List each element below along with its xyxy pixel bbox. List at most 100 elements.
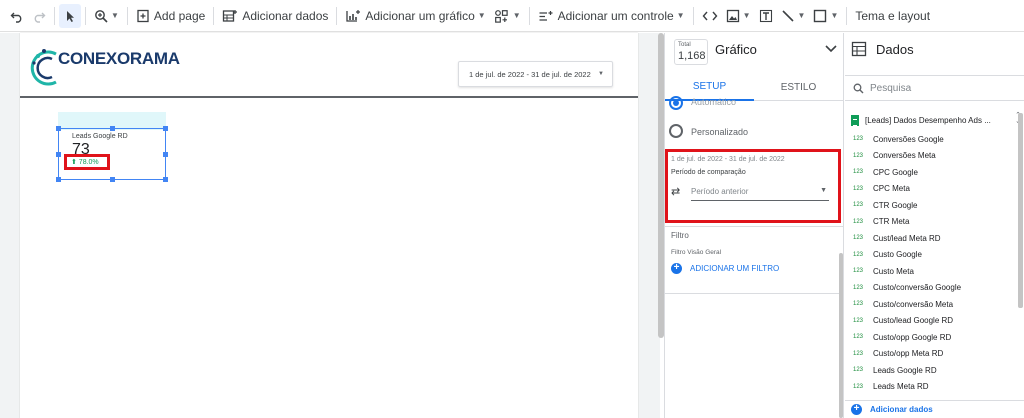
field-item[interactable]: 123 Leads Google RD [845, 362, 1018, 379]
add-control-button[interactable]: Adicionar um controle ▼ [534, 0, 689, 32]
chart-type-thumbnail[interactable]: Total 1,168 [674, 39, 708, 65]
resize-handle[interactable] [163, 152, 168, 157]
field-item[interactable]: 123 Custo/conversão Meta [845, 296, 1018, 313]
field-item[interactable]: 123 CPC Meta [845, 181, 1018, 198]
field-name: Conversões Google [873, 134, 944, 144]
add-filter-label: ADICIONAR UM FILTRO [690, 264, 780, 273]
field-item[interactable]: 123 Conversões Google [845, 131, 1018, 148]
add-page-button[interactable]: Add page [132, 0, 209, 32]
numeric-type-icon: 123 [853, 383, 864, 390]
field-item[interactable]: 123 CPC Google [845, 164, 1018, 181]
numeric-type-icon: 123 [853, 218, 864, 225]
toolbar-divider [85, 6, 86, 25]
add-filter-button[interactable]: + ADICIONAR UM FILTRO [671, 263, 779, 274]
add-control-label: Adicionar um controle [557, 8, 674, 23]
zoom-in-icon [95, 9, 108, 23]
resize-handle[interactable] [56, 177, 61, 182]
add-chart-button[interactable]: Adicionar um gráfico ▼ [341, 0, 489, 32]
numeric-type-icon: 123 [853, 334, 864, 341]
select-tool-button[interactable] [59, 3, 81, 28]
field-item[interactable]: 123 CTR Meta [845, 214, 1018, 231]
compare-arrows-icon: ⇄ [671, 186, 681, 198]
date-range-text: 1 de jul. de 2022 - 31 de jul. de 2022 [469, 69, 591, 79]
field-item[interactable]: 123 Custo/opp Google RD [845, 329, 1018, 346]
undo-button[interactable] [6, 0, 28, 32]
field-item[interactable]: 123 Leads Meta RD [845, 379, 1018, 396]
add-data-source-button[interactable]: + Adicionar dados [845, 400, 1024, 418]
resize-handle[interactable] [56, 126, 61, 131]
logo-wordmark: CONEXORAMA [58, 49, 180, 68]
add-shape-button[interactable]: ▼ [809, 0, 842, 32]
zoom-button[interactable]: ▼ [90, 0, 123, 32]
chevron-down-icon: ▼ [797, 11, 806, 20]
add-chart-icon [346, 9, 361, 22]
resize-handle[interactable] [110, 177, 115, 182]
field-name: Cust/lead Meta RD [873, 233, 941, 243]
resize-handle[interactable] [163, 177, 168, 182]
chevron-down-icon[interactable] [825, 45, 837, 53]
scorecard-label: Leads Google RD [72, 133, 128, 140]
add-data-source-label: Adicionar dados [870, 405, 933, 414]
data-source-selector[interactable]: [Leads] Dados Desempenho Ads ... ⌃⌄ [851, 109, 1021, 131]
field-list: 123 Conversões Google 123 Conversões Meta … [845, 131, 1018, 395]
field-item[interactable]: 123 Conversões Meta [845, 148, 1018, 165]
data-panel-scrollbar[interactable] [1018, 113, 1023, 308]
add-data-button[interactable]: Adicionar dados [218, 0, 332, 32]
field-name: CTR Meta [873, 217, 910, 227]
resize-handle[interactable] [110, 126, 115, 131]
field-search-input[interactable]: Pesquisa [845, 75, 1024, 101]
add-data-icon [223, 9, 238, 22]
resize-handle[interactable] [163, 126, 168, 131]
add-component-icon [494, 9, 508, 23]
redo-button[interactable] [28, 0, 50, 32]
text-box-icon [759, 9, 772, 22]
add-image-button[interactable]: ▼ [722, 0, 755, 32]
field-item[interactable]: 123 Custo/lead Google RD [845, 313, 1018, 330]
scorecard-delta: ⬆ 78.0% [71, 159, 99, 166]
numeric-type-icon: 123 [853, 136, 864, 143]
field-item[interactable]: 123 Custo Meta [845, 263, 1018, 280]
field-item[interactable]: 123 Cust/lead Meta RD [845, 230, 1018, 247]
rectangle-icon [814, 9, 827, 22]
field-name: CPC Google [873, 167, 918, 177]
toolbar: ▼ Add page Adicionar dados Adicionar um … [0, 0, 1024, 32]
add-line-button[interactable]: ▼ [777, 0, 810, 32]
total-label: Total [678, 42, 691, 48]
numeric-type-icon: 123 [853, 350, 864, 357]
toolbar-divider [336, 6, 338, 25]
numeric-type-icon: 123 [853, 317, 864, 324]
header-divider [20, 96, 638, 98]
dropdown-arrow-icon: ▼ [820, 187, 827, 194]
radio-automatic[interactable] [669, 96, 683, 110]
resize-handle[interactable] [56, 152, 61, 157]
date-range-control[interactable]: 1 de jul. de 2022 - 31 de jul. de 2022 ▼ [458, 61, 613, 87]
embed-code-button[interactable] [698, 0, 722, 32]
add-component-button[interactable]: ▼ [490, 0, 525, 32]
toolbar-divider [846, 6, 848, 25]
search-icon [853, 83, 864, 93]
field-item[interactable]: 123 Custo/opp Meta RD [845, 346, 1018, 363]
numeric-type-icon: 123 [853, 169, 864, 176]
field-name: Leads Meta RD [873, 382, 929, 392]
field-item[interactable]: 123 Custo Google [845, 247, 1018, 264]
chevron-down-icon: ▼ [512, 11, 521, 20]
chevron-down-icon: ▼ [830, 11, 839, 20]
field-item[interactable]: 123 CTR Google [845, 197, 1018, 214]
toolbar-divider [213, 6, 215, 25]
add-text-button[interactable] [755, 0, 777, 32]
panel-scrollbar[interactable] [839, 253, 843, 418]
chevron-down-icon: ▼ [477, 11, 486, 20]
report-page[interactable]: CONEXORAMA 1 de jul. de 2022 - 31 de jul… [20, 33, 638, 418]
field-item[interactable]: 123 Custo/conversão Google [845, 280, 1018, 297]
redo-icon [34, 12, 46, 23]
theme-layout-button[interactable]: Tema e layout [851, 0, 934, 32]
numeric-type-icon: 123 [853, 284, 864, 291]
comparison-period-value: Período anterior [691, 187, 749, 196]
tab-estilo[interactable]: ESTILO [754, 73, 843, 101]
report-canvas-area: CONEXORAMA 1 de jul. de 2022 - 31 de jul… [0, 33, 660, 418]
numeric-type-icon: 123 [853, 185, 864, 192]
radio-custom[interactable] [669, 124, 683, 138]
chart-type-title: Gráfico [715, 42, 757, 57]
section-divider [665, 226, 843, 227]
comparison-period-select[interactable]: Período anterior ▼ [691, 183, 829, 201]
